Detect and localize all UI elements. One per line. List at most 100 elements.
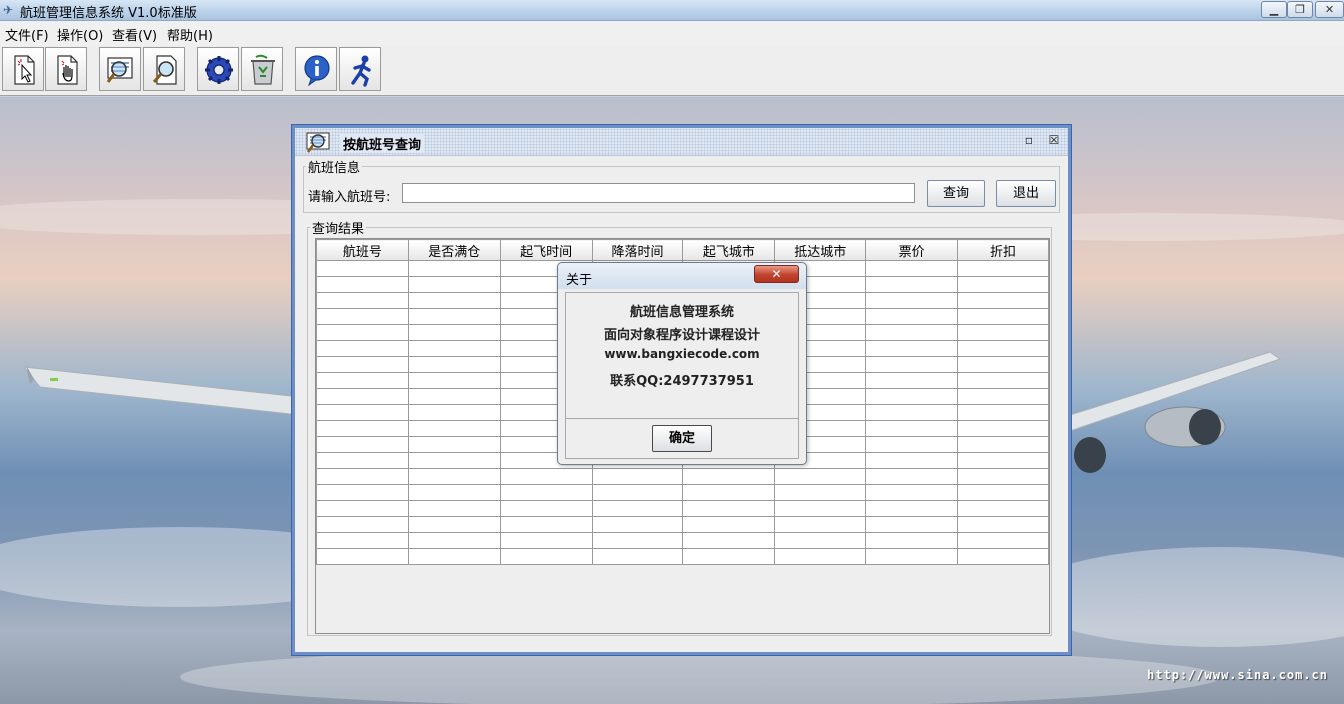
restore-button[interactable]: ❐ <box>1287 1 1313 18</box>
table-cell[interactable] <box>957 436 1049 453</box>
dialog-title-bar[interactable]: 关于 ✕ <box>558 263 806 289</box>
table-cell[interactable] <box>774 548 867 565</box>
table-cell[interactable] <box>316 292 409 309</box>
table-cell[interactable] <box>865 452 959 469</box>
table-cell[interactable] <box>499 532 593 549</box>
table-cell[interactable] <box>316 388 409 405</box>
table-cell[interactable] <box>957 420 1049 437</box>
table-cell[interactable] <box>316 516 409 533</box>
table-cell[interactable] <box>591 532 684 549</box>
table-cell[interactable] <box>682 484 776 501</box>
table-cell[interactable] <box>407 372 501 389</box>
table-cell[interactable] <box>957 292 1049 309</box>
table-cell[interactable] <box>865 292 959 309</box>
table-cell[interactable] <box>957 324 1049 341</box>
table-cell[interactable] <box>957 484 1049 501</box>
table-cell[interactable] <box>865 372 959 389</box>
table-cell[interactable] <box>865 260 959 277</box>
table-cell[interactable] <box>865 340 959 357</box>
table-cell[interactable] <box>682 500 776 517</box>
table-cell[interactable] <box>407 388 501 405</box>
table-row[interactable] <box>316 548 1049 565</box>
query-button[interactable]: 查询 <box>927 180 985 207</box>
table-cell[interactable] <box>316 356 409 373</box>
table-cell[interactable] <box>316 372 409 389</box>
table-cell[interactable] <box>499 548 593 565</box>
table-cell[interactable] <box>865 500 959 517</box>
table-cell[interactable] <box>865 276 959 293</box>
table-cell[interactable] <box>591 484 684 501</box>
table-cell[interactable] <box>407 436 501 453</box>
table-cell[interactable] <box>407 532 501 549</box>
table-cell[interactable] <box>865 356 959 373</box>
window-close-button[interactable]: ✕ <box>1315 1 1344 18</box>
table-cell[interactable] <box>865 532 959 549</box>
column-header-price[interactable]: 票价 <box>865 239 959 261</box>
table-cell[interactable] <box>499 500 593 517</box>
recycle-button[interactable] <box>241 47 283 91</box>
table-cell[interactable] <box>499 468 593 485</box>
table-cell[interactable] <box>865 308 959 325</box>
table-cell[interactable] <box>407 500 501 517</box>
table-cell[interactable] <box>407 420 501 437</box>
table-cell[interactable] <box>682 516 776 533</box>
table-row[interactable] <box>316 484 1049 501</box>
table-cell[interactable] <box>407 548 501 565</box>
menu-help[interactable]: 帮助(H) <box>167 25 213 44</box>
table-cell[interactable] <box>316 340 409 357</box>
table-cell[interactable] <box>865 388 959 405</box>
table-cell[interactable] <box>865 324 959 341</box>
table-cell[interactable] <box>316 404 409 421</box>
table-cell[interactable] <box>865 468 959 485</box>
table-cell[interactable] <box>591 548 684 565</box>
table-cell[interactable] <box>682 548 776 565</box>
column-header-discount[interactable]: 折扣 <box>957 239 1049 261</box>
table-cell[interactable] <box>957 308 1049 325</box>
table-cell[interactable] <box>407 292 501 309</box>
table-cell[interactable] <box>316 324 409 341</box>
frame-restore-button[interactable]: ▫ <box>1022 134 1036 148</box>
table-cell[interactable] <box>865 404 959 421</box>
table-cell[interactable] <box>591 468 684 485</box>
table-cell[interactable] <box>682 532 776 549</box>
table-cell[interactable] <box>774 516 867 533</box>
table-cell[interactable] <box>407 340 501 357</box>
table-cell[interactable] <box>865 516 959 533</box>
column-header-flight-no[interactable]: 航班号 <box>316 239 409 261</box>
table-cell[interactable] <box>316 420 409 437</box>
table-cell[interactable] <box>316 548 409 565</box>
table-cell[interactable] <box>316 468 409 485</box>
table-cell[interactable] <box>957 356 1049 373</box>
column-header-depart-time[interactable]: 起飞时间 <box>499 239 593 261</box>
table-row[interactable] <box>316 532 1049 549</box>
frame-close-button[interactable]: ☒ <box>1047 134 1061 148</box>
table-cell[interactable] <box>957 388 1049 405</box>
table-cell[interactable] <box>407 356 501 373</box>
table-cell[interactable] <box>957 500 1049 517</box>
menu-operate[interactable]: 操作(O) <box>57 25 103 44</box>
flight-number-input[interactable] <box>402 183 915 203</box>
table-cell[interactable] <box>865 420 959 437</box>
flight-query-button[interactable] <box>143 47 185 91</box>
table-cell[interactable] <box>957 340 1049 357</box>
table-cell[interactable] <box>316 276 409 293</box>
menu-file[interactable]: 文件(F) <box>5 25 49 44</box>
table-cell[interactable] <box>957 276 1049 293</box>
table-cell[interactable] <box>499 516 593 533</box>
table-cell[interactable] <box>316 532 409 549</box>
table-cell[interactable] <box>316 436 409 453</box>
table-cell[interactable] <box>774 532 867 549</box>
table-cell[interactable] <box>316 500 409 517</box>
settings-button[interactable] <box>197 47 239 91</box>
table-cell[interactable] <box>407 516 501 533</box>
table-cell[interactable] <box>407 308 501 325</box>
table-cell[interactable] <box>865 484 959 501</box>
table-cell[interactable] <box>957 548 1049 565</box>
table-cell[interactable] <box>957 404 1049 421</box>
table-row[interactable] <box>316 500 1049 517</box>
menu-view[interactable]: 查看(V) <box>112 25 157 44</box>
table-cell[interactable] <box>407 260 501 277</box>
table-cell[interactable] <box>957 260 1049 277</box>
table-cell[interactable] <box>682 468 776 485</box>
table-cell[interactable] <box>591 500 684 517</box>
